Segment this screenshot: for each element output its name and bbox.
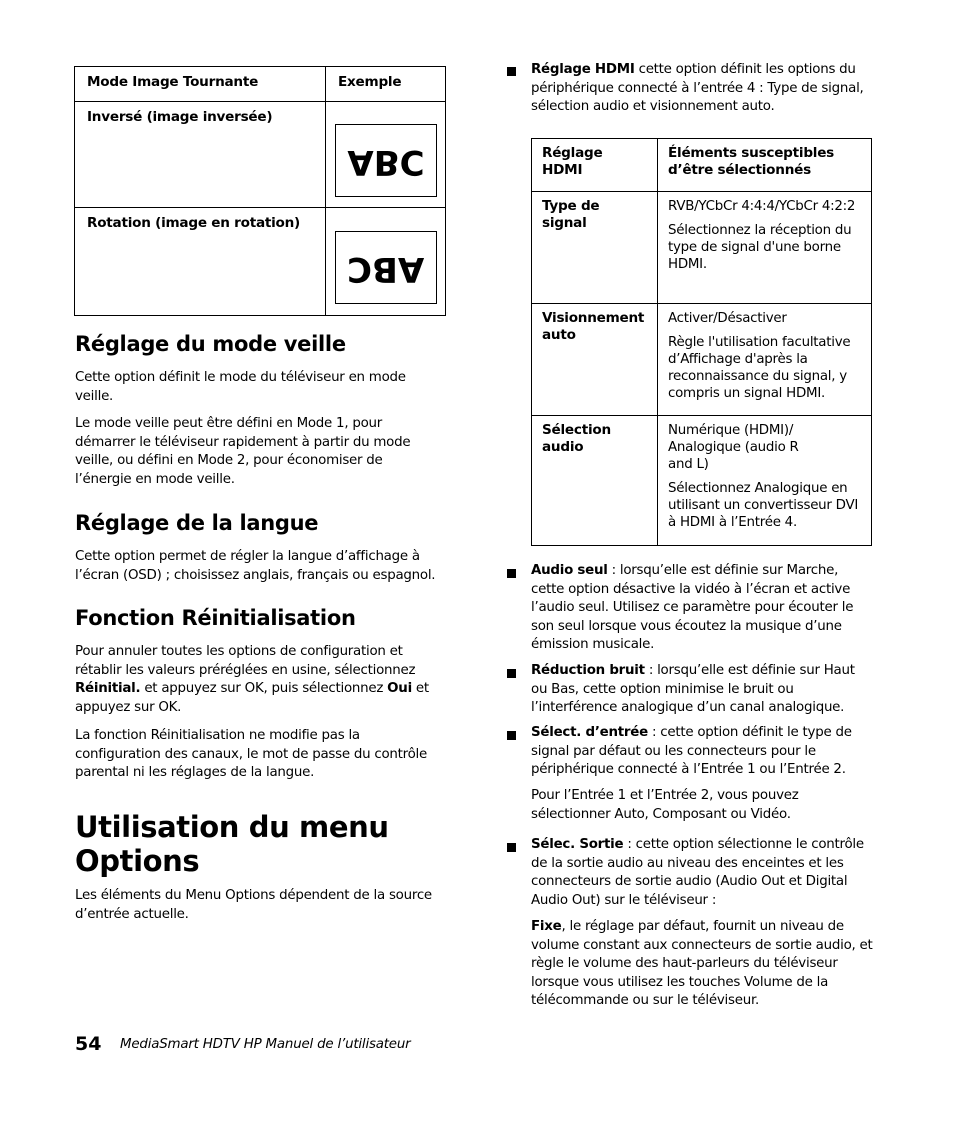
bold-term: Fixe [531,919,562,934]
table-header-row: Réglage HDMI Éléments susceptibles d’êtr… [531,138,872,192]
cell-value: RVB/YCbCr 4:4:4/YCbCr 4:2:2 [668,199,856,214]
table-header-row: Mode Image Tournante Exemple [74,66,446,102]
example-text-inverted: ABC [347,141,425,182]
bullet-icon [507,843,516,852]
table-header: Mode Image Tournante [87,74,259,90]
bold-term: Réglage HDMI [531,62,635,77]
bullet-sub-paragraph: Pour l’Entrée 1 et l’Entrée 2, vous pouv… [531,788,799,822]
bullet-icon [507,569,516,578]
section-title-veille: Réglage du mode veille [75,332,346,356]
example-box-inverted: ABC [335,124,437,197]
table-header: Exemple [338,74,402,90]
table-header: Réglage HDMI [542,145,603,178]
cell-description: Sélectionnez la réception du type de sig… [668,223,852,272]
bullet-icon [507,67,516,76]
footer-title: MediaSmart HDTV HP Manuel de l’utilisate… [120,1037,411,1052]
paragraph: La fonction Réinitialisation ne modifie … [75,728,427,781]
section-title-reinit: Fonction Réinitialisation [75,606,356,630]
paragraph: Le mode veille peut être défini en Mode … [75,416,411,487]
row-label: Inversé (image inversée) [87,109,273,125]
table-row: Type de signal RVB/YCbCr 4:4:4/YCbCr 4:2… [531,191,872,304]
text: et appuyez sur OK, puis sélectionnez [140,681,388,697]
cell-value: Numérique (HDMI)/ Analogique (audio R an… [668,423,799,472]
text: Pour annuler toutes les options de confi… [75,644,416,678]
section-title-options: Utilisation du menu Options [75,810,389,878]
example-box-rotated: ABC [335,231,437,304]
bullet-audio-seul: Audio seul : lorsqu’elle est définie sur… [531,562,871,655]
bullet-sub-paragraph: Fixe, le réglage par défaut, fournit un … [531,918,873,1011]
table-row: Inversé (image inversée) ABC [74,101,446,208]
section-title-langue: Réglage de la langue [75,511,319,535]
bold-term: Sélect. d’entrée [531,725,648,740]
row-label: Rotation (image en rotation) [87,215,301,231]
bullet-hdmi: Réglage HDMI cette option définit les op… [531,61,871,117]
cell-description: Sélectionnez Analogique en utilisant un … [668,481,859,530]
row-label: Sélection audio [542,422,611,455]
bullet-select-entree: Sélect. d’entrée : cette option définit … [531,724,871,780]
bold-term: Réinitial. [75,681,141,697]
bold-term: Oui [387,681,412,697]
bold-term: Sélec. Sortie [531,837,624,852]
cell-value: Activer/Désactiver [668,311,787,326]
bullet-select-sortie: Sélec. Sortie : cette option sélectionne… [531,836,873,910]
rotate-mode-table: Mode Image Tournante Exemple Inversé (im… [74,66,446,316]
example-text-rotated: ABC [347,248,425,289]
bullet-icon [507,669,516,678]
bold-term: Audio seul [531,563,608,578]
row-label: Visionnement auto [542,310,645,343]
bullet-icon [507,731,516,740]
table-row: Rotation (image en rotation) ABC [74,207,446,316]
bullet-reduction-bruit: Réduction bruit : lorsqu’elle est défini… [531,662,871,718]
paragraph: Pour annuler toutes les options de confi… [75,643,447,717]
paragraph: Cette option permet de régler la langue … [75,549,436,583]
cell-description: Règle l'utilisation facultative d’Affich… [668,335,851,401]
table-row: Visionnement auto Activer/Désactiver Règ… [531,303,872,416]
row-label: Type de signal [542,198,600,231]
table-row: Sélection audio Numérique (HDMI)/ Analog… [531,415,872,546]
bold-term: Réduction bruit [531,663,645,678]
page-number: 54 [75,1033,102,1055]
paragraph: Cette option définit le mode du télévise… [75,370,406,404]
text: , le réglage par défaut, fournit un nive… [531,919,873,1009]
hdmi-table: Réglage HDMI Éléments susceptibles d’êtr… [531,138,872,546]
paragraph: Les éléments du Menu Options dépendent d… [75,888,432,922]
table-header: Éléments susceptibles d’être sélectionné… [668,145,835,178]
